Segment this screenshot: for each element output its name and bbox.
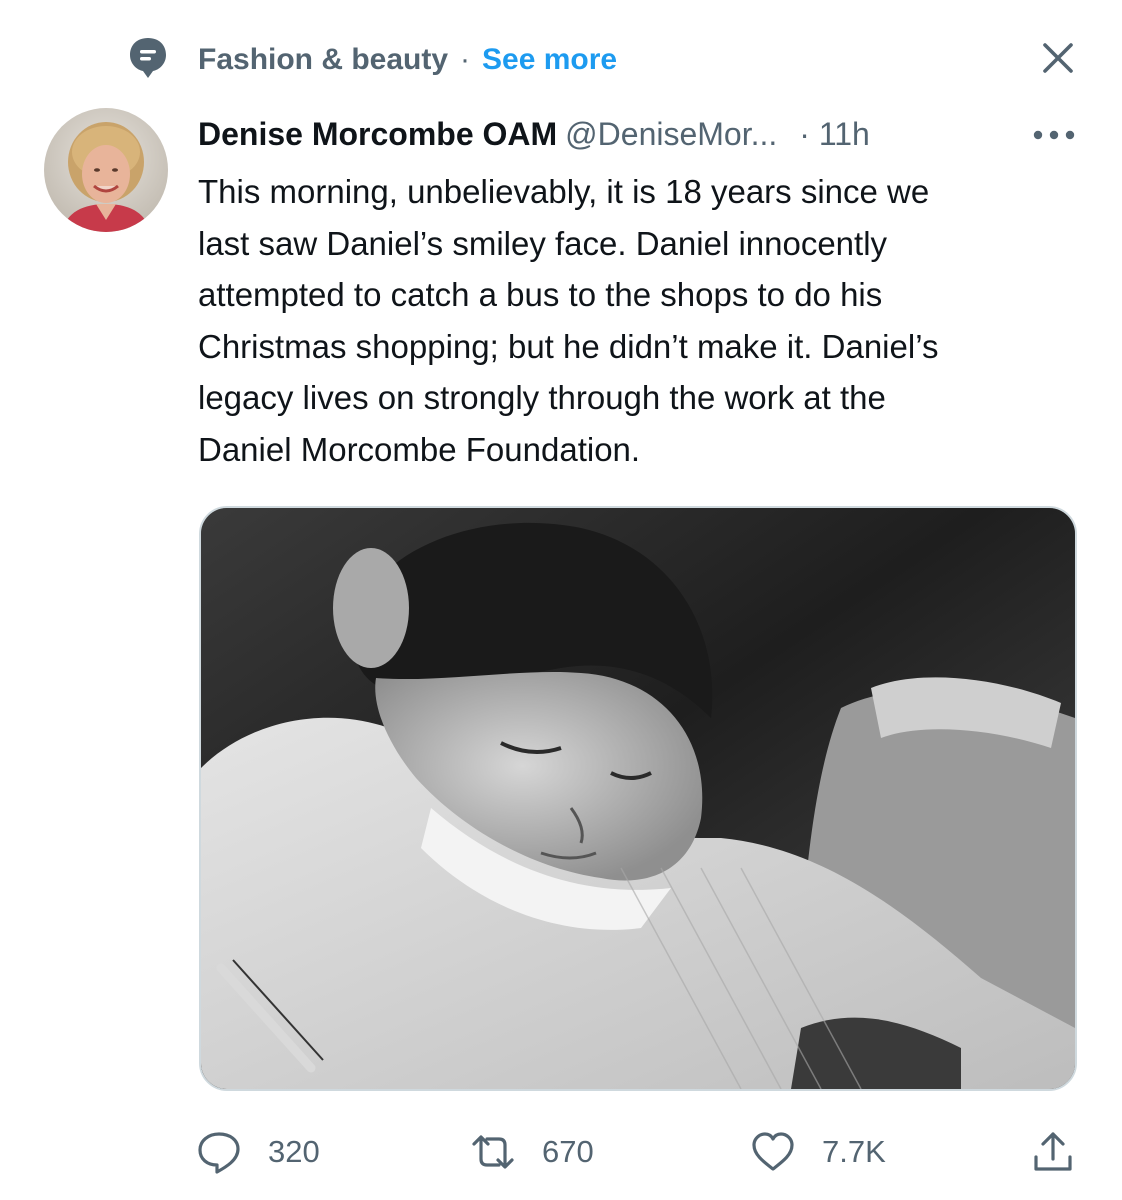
close-icon[interactable] — [1036, 36, 1080, 80]
tweet-text-line: attempted to catch a bus to the shops to… — [198, 276, 883, 313]
topic-context: Fashion & beauty · See more — [198, 42, 617, 78]
tweet-text: This morning, unbelievably, it is 18 yea… — [198, 166, 1078, 475]
topic-label[interactable]: Fashion & beauty — [198, 43, 448, 76]
tweet-text-line: Christmas shopping; but he didn’t make i… — [198, 327, 939, 365]
tweet-text-line: This morning, unbelievably, it is 18 yea… — [198, 173, 930, 210]
like-count: 7.7K — [822, 1134, 886, 1169]
tweet-photo[interactable] — [199, 506, 1077, 1091]
heart-icon — [752, 1132, 794, 1171]
avatar[interactable] — [44, 108, 168, 232]
author-name[interactable]: Denise Morcombe OAM — [198, 116, 557, 152]
reply-button[interactable]: 320 — [196, 1120, 320, 1184]
reply-count: 320 — [268, 1134, 320, 1169]
topic-bubble-icon — [130, 38, 166, 78]
post-time[interactable]: · 11h — [777, 116, 870, 152]
more-icon[interactable] — [1030, 118, 1078, 152]
action-bar: 320 670 7.7K — [0, 1120, 1122, 1184]
retweet-icon — [472, 1135, 514, 1169]
separator-dot: · — [460, 43, 471, 76]
share-icon — [1034, 1132, 1072, 1171]
reply-icon — [198, 1132, 240, 1174]
see-more-link[interactable]: See more — [482, 43, 617, 76]
retweet-button[interactable]: 670 — [470, 1120, 594, 1184]
share-button[interactable] — [1030, 1120, 1076, 1184]
like-button[interactable]: 7.7K — [750, 1120, 886, 1184]
author-row: Denise Morcombe OAM @DeniseMor... · 11h — [198, 112, 1078, 156]
tweet-card: Fashion & beauty · See more Denise Morco… — [0, 0, 1122, 1200]
tweet-text-line: last saw Daniel’s smiley face. Daniel in… — [198, 224, 888, 262]
tweet-text-line: Daniel Morcombe Foundation. — [198, 430, 641, 468]
tweet-text-line: legacy lives on strongly through the wor… — [198, 379, 886, 416]
topic-context-row: Fashion & beauty · See more — [0, 30, 1122, 90]
retweet-count: 670 — [542, 1134, 594, 1169]
author-handle[interactable]: @DeniseMor... — [557, 116, 777, 152]
